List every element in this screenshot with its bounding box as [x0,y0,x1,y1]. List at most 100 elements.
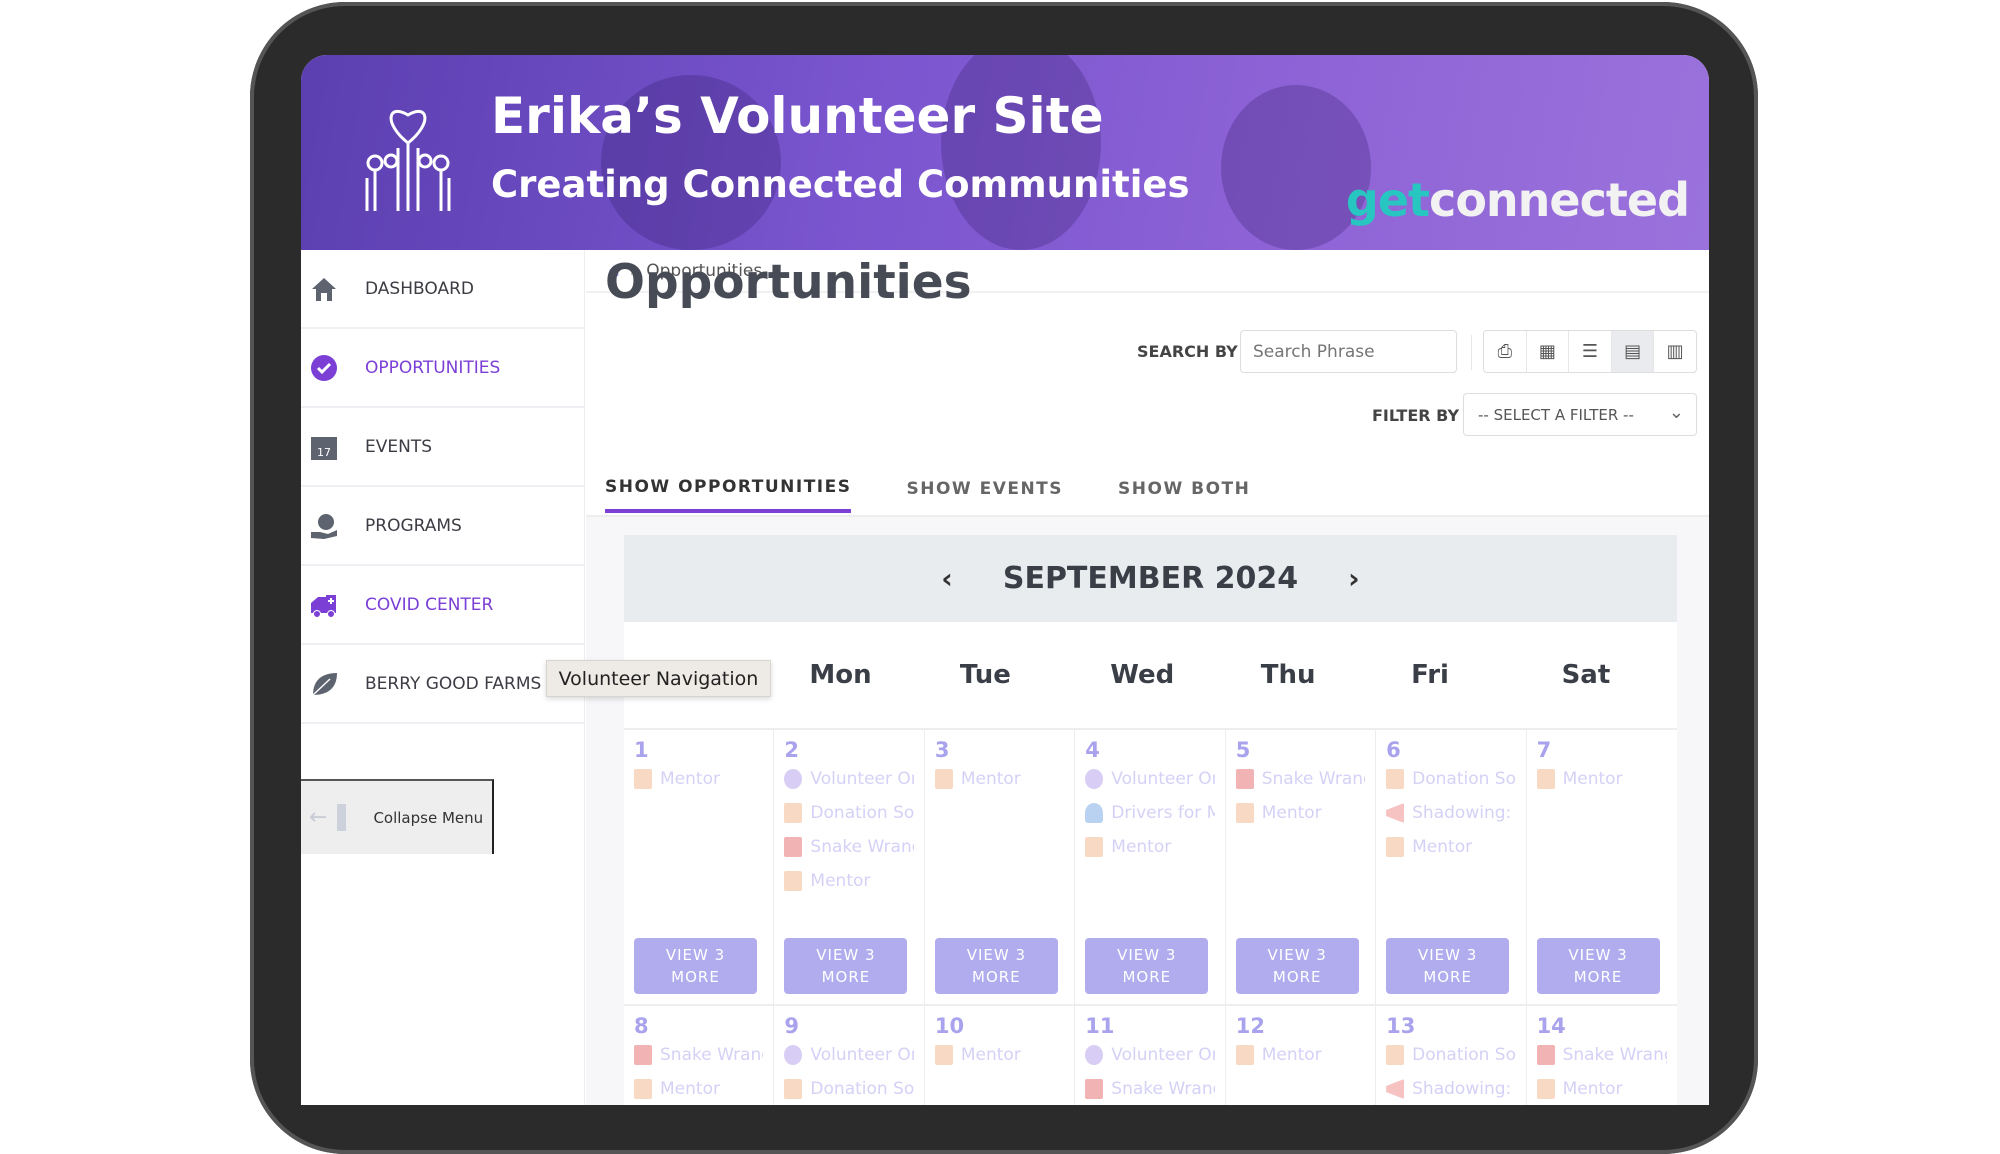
calendar-day-cell[interactable]: 13 Donation Sor Shadowing: L [1376,1006,1527,1105]
calendar-event[interactable]: Volunteer Or [1085,762,1215,796]
sidebar-item-opportunities[interactable]: OPPORTUNITIES [301,329,584,408]
calendar-event[interactable]: Mentor [1085,830,1214,864]
calendar-event[interactable]: Volunteer Or [784,762,914,796]
calendar-event[interactable]: Mentor [934,762,1064,796]
tab-show-opportunities[interactable]: SHOW OPPORTUNITIES [605,465,852,513]
calendar-event[interactable]: Shadowing: L [1386,796,1516,830]
sidebar-item-covid-center[interactable]: COVID CENTER [301,566,584,645]
calendar-event[interactable]: Mentor [934,1038,1064,1072]
calendar-day-cell[interactable]: 11 Volunteer Or Snake Wrang [1075,1006,1226,1105]
event-title: Mentor [960,1045,1021,1065]
event-title: Snake Wrang [1111,1079,1215,1099]
calendar-event[interactable]: Mentor [1235,796,1365,830]
day-number[interactable]: 8 [634,1014,763,1038]
calendar-day-cell[interactable]: 8 Snake Wrang Mentor [624,1006,775,1105]
search-input[interactable] [1240,330,1457,373]
calendar-event[interactable]: Mentor [634,1072,763,1105]
filter-select[interactable]: -- SELECT A FILTER -- ⌄ [1463,393,1697,436]
day-number[interactable]: 13 [1386,1014,1515,1038]
event-title: Mentor [1261,803,1322,823]
calendar-day-cell[interactable]: 6 Donation Sor Shadowing: L Mentor VIEW 3 MO… [1376,730,1527,1004]
view-more-label: VIEW 3 MORE [1568,946,1628,986]
calendar-day-cell[interactable]: 9 Volunteer Or Donation Sor [774,1006,925,1105]
calendar-week: 1 Mentor VIEW 3 MORE 2 Volunteer Or Donation … [624,730,1677,1006]
view-more-button[interactable]: VIEW 3 MORE [1386,938,1510,994]
event-title: Donation Sor [1412,1045,1516,1065]
calendar-day-cell[interactable]: 12 Mentor [1226,1006,1377,1105]
day-number[interactable]: 9 [784,1014,913,1038]
calendar-event[interactable]: Mentor [784,864,913,898]
sidebar-item-events[interactable]: 17 EVENTS [301,408,584,487]
tab-show-both[interactable]: SHOW BOTH [1118,465,1250,513]
view-switcher: ⎙ ▦ ☰ ▤ ▥ [1483,330,1697,373]
day-number[interactable]: 12 [1236,1014,1365,1038]
book-icon [1085,837,1104,857]
view-more-button[interactable]: VIEW 3 MORE [1085,938,1209,994]
sidebar-item-programs[interactable]: PROGRAMS [301,487,584,566]
view-more-button[interactable]: VIEW 3 MORE [634,938,757,994]
event-title: Mentor [660,769,720,789]
calendar-day-cell[interactable]: 1 Mentor VIEW 3 MORE [624,730,775,1004]
calendar: ‹ SEPTEMBER 2024 › Mon Tue Wed Thu Fri Sat 1 M… [624,535,1677,1105]
calendar-header: ‹ SEPTEMBER 2024 › [624,535,1677,622]
calendar-event[interactable]: Snake Wrang [634,1038,763,1072]
calendar-event[interactable]: Mentor [1536,1072,1667,1105]
calendar-event[interactable]: Volunteer Or [1085,1038,1215,1072]
calendar-event[interactable]: Donation Sor [784,1072,914,1105]
calendar-event[interactable]: Mentor [634,762,763,796]
day-number[interactable]: 1 [634,738,763,762]
calendar-day-cell[interactable]: 5 Snake Wrang Mentor VIEW 3 MORE [1226,730,1377,1004]
book-icon [1386,1045,1405,1065]
calendar-day-cell[interactable]: 2 Volunteer Or Donation Sor Snake Wrang Ment… [774,730,925,1004]
divider [1471,335,1472,370]
print-icon[interactable]: ⎙ [1484,331,1527,372]
day-number[interactable]: 2 [784,738,913,762]
calendar-event[interactable]: Snake Wrang [784,830,914,864]
screen: Erika’s Volunteer Site Creating Connecte… [301,55,1709,1105]
prev-month-icon[interactable]: ‹ [941,562,953,595]
event-title: Donation Sor [1412,769,1516,789]
calendar-event[interactable]: Snake Wrang [1536,1038,1667,1072]
day-number[interactable]: 11 [1085,1014,1214,1038]
calendar-day-cell[interactable]: 14 Snake Wrang Mentor [1527,1006,1677,1105]
calendar-day-cell[interactable]: 3 Mentor VIEW 3 MORE [925,730,1076,1004]
next-month-icon[interactable]: › [1348,562,1360,595]
view-more-button[interactable]: VIEW 3 MORE [784,938,908,994]
calendar-event[interactable]: Donation Sor [1386,762,1516,796]
megaphone-icon [1386,803,1405,823]
calendar-event[interactable]: Donation Sor [1386,1038,1516,1072]
day-number[interactable]: 5 [1236,738,1365,762]
calendar-event[interactable]: Mentor [1536,762,1667,796]
sidebar-item-label: COVID CENTER [365,594,494,615]
calendar-day-cell[interactable]: 4 Volunteer Or Drivers for M Mentor VIEW 3 M… [1075,730,1226,1004]
collapse-menu-button[interactable]: ← Collapse Menu [301,779,494,854]
days-of-week: Mon Tue Wed Thu Fri Sat [624,622,1677,730]
calendar-icon[interactable]: ▤ [1611,331,1655,372]
day-number[interactable]: 6 [1386,738,1515,762]
calendar-event[interactable]: Mentor [1386,830,1515,864]
calendar-day-cell[interactable]: 10 Mentor [925,1006,1076,1105]
day-number[interactable]: 3 [935,738,1064,762]
day-number[interactable]: 10 [935,1014,1064,1038]
ambulance-icon [1085,1079,1104,1099]
day-number[interactable]: 4 [1085,738,1214,762]
list-icon[interactable]: ☰ [1569,331,1612,372]
sidebar-item-dashboard[interactable]: DASHBOARD [301,250,584,329]
grid-icon[interactable]: ▦ [1527,331,1570,372]
sidebar-item-berry-good-farms[interactable]: BERRY GOOD FARMS [301,645,584,724]
calendar-event[interactable]: Mentor [1235,1038,1365,1072]
day-number[interactable]: 14 [1537,1014,1667,1038]
day-number[interactable]: 7 [1537,738,1667,762]
calendar-event[interactable]: Snake Wrang [1235,762,1365,796]
tab-show-events[interactable]: SHOW EVENTS [906,465,1063,513]
view-more-button[interactable]: VIEW 3 MORE [1536,938,1660,994]
calendar-event[interactable]: Donation Sor [784,796,914,830]
view-more-button[interactable]: VIEW 3 MORE [1235,938,1359,994]
calendar-event[interactable]: Volunteer Or [784,1038,914,1072]
calendar-event[interactable]: Shadowing: L [1386,1072,1516,1105]
calendar-event[interactable]: Drivers for M [1085,796,1215,830]
map-icon[interactable]: ▥ [1654,331,1696,372]
calendar-event[interactable]: Snake Wrang [1085,1072,1215,1105]
calendar-day-cell[interactable]: 7 Mentor VIEW 3 MORE [1527,730,1677,1004]
view-more-button[interactable]: VIEW 3 MORE [934,938,1058,994]
